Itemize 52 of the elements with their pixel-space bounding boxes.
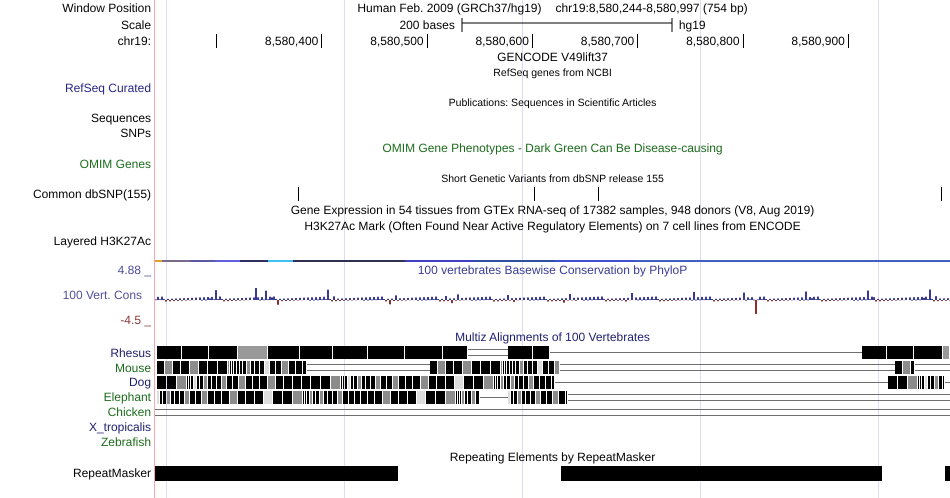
track-label: OMIM Genes	[80, 156, 151, 171]
assembly-label: hg19	[678, 18, 706, 32]
repeat-element-bar	[945, 466, 950, 481]
snp-tick	[598, 187, 599, 202]
ruler-tick	[742, 34, 744, 48]
track-title: Short Genetic Variants from dbSNP release 155	[441, 172, 664, 185]
track-label: SNPs	[120, 126, 151, 140]
track-label: chr19:	[118, 34, 151, 48]
track-title: Gene Expression in 54 tissues from GTEx RNA-seq of 17382 samples, 948 donors (V8, Aug 2019)	[290, 203, 814, 218]
track-title: RefSeq genes from NCBI	[493, 66, 612, 79]
ruler-tick	[848, 34, 849, 48]
species-label: Zebrafish	[100, 434, 151, 449]
scale-text: 200 bases	[399, 18, 455, 32]
track-label: RepeatMasker	[72, 466, 151, 480]
species-label: Elephant	[104, 390, 151, 404]
species-label: Dog	[128, 375, 151, 390]
snp-tick	[534, 187, 535, 202]
ruler-tick	[426, 34, 428, 48]
genome-position: chr19:8,580,244-8,580,997 (754 bp)	[555, 1, 748, 16]
species-label: X_tropicalis	[88, 420, 151, 434]
track-title: GENCODE V49lift37	[497, 50, 608, 64]
track-title: H3K27Ac Mark (Often Found Near Active Regulatory Elements) on 7 cell lines from ENCODE	[304, 219, 801, 234]
track-title: Multiz Alignments of 100 Vertebrates	[455, 330, 650, 344]
ruler-label: 8,580,600	[474, 34, 529, 48]
species-label: Rhesus	[110, 346, 151, 360]
track-label: Scale	[120, 18, 151, 32]
ruler-label: 8,580,800	[685, 34, 740, 48]
track-label: Common dbSNP(155)	[32, 187, 151, 202]
ruler-label: 8,580,900	[790, 34, 845, 48]
axis-max-label: 4.88 _	[118, 263, 151, 278]
ruler-label: 8,580,400	[264, 34, 318, 48]
species-label: Mouse	[114, 360, 151, 375]
ruler-tick	[216, 34, 217, 48]
ruler-label: 8,580,500	[369, 34, 424, 48]
track-label: Window Position	[62, 1, 151, 16]
track-title: Publications: Sequences in Scientific Articles	[448, 96, 656, 109]
assembly-name: Human Feb. 2009 (GRCh37/hg19)	[357, 1, 542, 16]
snp-tick	[298, 187, 299, 202]
axis-min-label: -4.5 _	[120, 313, 151, 328]
track-title: Repeating Elements by RepeatMasker	[450, 450, 656, 464]
ruler-tick	[532, 34, 533, 48]
ruler-label: 8,580,700	[580, 34, 634, 48]
track-label: 100 Vert. Cons	[62, 288, 142, 302]
ruler-tick	[321, 34, 322, 48]
snp-tick	[941, 187, 942, 202]
ruler-tick	[637, 34, 638, 48]
track-label: RefSeq Curated	[64, 80, 151, 95]
track-label: Layered H3K27Ac	[54, 234, 151, 248]
track-title: 100 vertebrates Basewise Conservation by PhyloP	[418, 263, 688, 278]
species-label: Chicken	[108, 404, 151, 419]
track-title: OMIM Gene Phenotypes - Dark Green Can Be Disease-causing	[382, 141, 723, 156]
track-label: Sequences	[90, 110, 151, 125]
